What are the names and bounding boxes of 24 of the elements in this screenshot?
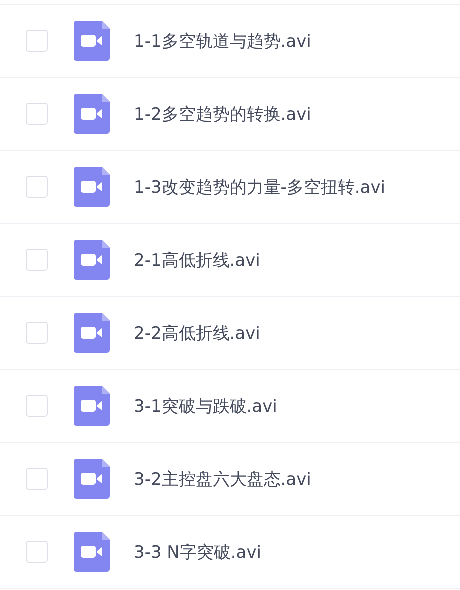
checkbox[interactable] <box>26 30 48 52</box>
video-file-icon <box>74 313 110 353</box>
file-name: 2-2高低折线.avi <box>134 322 260 344</box>
checkbox[interactable] <box>26 103 48 125</box>
file-name: 2-1高低折线.avi <box>134 250 260 272</box>
checkbox[interactable] <box>26 541 48 563</box>
file-name: 3-1突破与跌破.avi <box>134 396 278 418</box>
video-file-icon <box>74 21 110 61</box>
video-file-icon <box>74 94 110 134</box>
file-name: 3-3 N字突破.avi <box>134 542 262 564</box>
checkbox[interactable] <box>26 176 48 198</box>
video-file-icon <box>74 240 110 280</box>
video-file-icon <box>74 386 110 426</box>
checkbox[interactable] <box>26 468 48 490</box>
video-file-icon <box>74 167 110 207</box>
file-name: 1-3改变趋势的力量-多空扭转.avi <box>134 176 386 198</box>
video-file-icon <box>74 532 110 572</box>
file-name: 1-1多空轨道与趋势.avi <box>134 30 312 52</box>
file-name: 1-2多空趋势的转换.avi <box>134 104 312 126</box>
video-file-icon <box>74 459 110 499</box>
checkbox[interactable] <box>26 322 48 344</box>
checkbox[interactable] <box>26 249 48 271</box>
checkbox[interactable] <box>26 395 48 417</box>
file-name: 3-2主控盘六大盘态.avi <box>134 468 312 490</box>
